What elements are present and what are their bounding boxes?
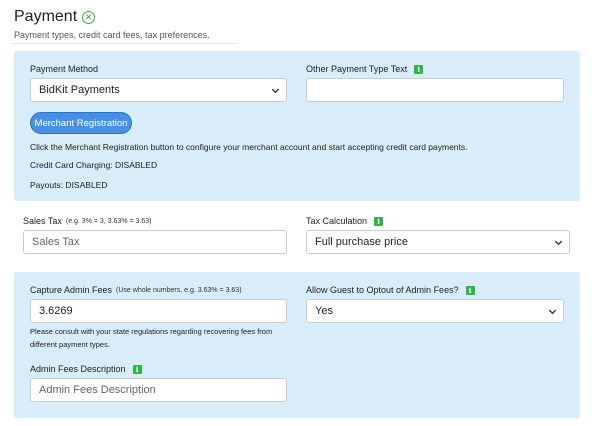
payment-method-select[interactable]: BidKit Payments xyxy=(30,78,287,102)
chevron-down-icon xyxy=(271,88,280,94)
sales-tax-hint: (e.g. 3% = 3, 3.63% = 3.63) xyxy=(65,217,152,225)
admin-fees-description-input[interactable]: Admin Fees Description xyxy=(30,378,287,402)
chevron-down-icon xyxy=(548,309,557,315)
guest-optout-label-text: Allow Guest to Optout of Admin Fees? xyxy=(306,285,459,295)
capture-admin-fees-hint: (Use whole numbers, e.g. 3.63% = 3.63) xyxy=(116,286,242,294)
payment-method-value: BidKit Payments xyxy=(39,84,120,96)
info-icon[interactable]: i xyxy=(374,216,384,226)
tax-calculation-select[interactable]: Full purchase price xyxy=(306,230,570,254)
capture-admin-fees-input[interactable]: 3.6269 xyxy=(30,299,287,323)
sales-tax-label: Sales Tax (e.g. 3% = 3, 3.63% = 3.63) xyxy=(23,216,151,226)
payment-method-label: Payment Method xyxy=(30,64,98,74)
page-subtitle: Payment types, credit card fees, tax pre… xyxy=(14,30,210,40)
sales-tax-label-text: Sales Tax xyxy=(23,216,62,226)
guest-optout-select[interactable]: Yes xyxy=(306,299,564,323)
tax-calculation-label: Tax Calculation i xyxy=(306,216,384,226)
guest-optout-value: Yes xyxy=(315,305,333,317)
payment-method-label-text: Payment Method xyxy=(30,64,99,74)
admin-fees-description-placeholder: Admin Fees Description xyxy=(39,384,156,396)
admin-fees-description-label: Admin Fees Description i xyxy=(30,364,142,374)
title-row: Payment ✕ xyxy=(14,8,210,26)
other-payment-label: Other Payment Type Text i xyxy=(306,64,424,74)
sales-tax-input[interactable]: Sales Tax xyxy=(23,230,287,254)
tax-calculation-label-text: Tax Calculation xyxy=(306,216,368,226)
chevron-down-icon xyxy=(554,240,563,246)
credit-card-status-text: Credit Card Charging: DISABLED xyxy=(30,160,158,170)
capture-admin-fees-value: 3.6269 xyxy=(39,305,73,317)
other-payment-type-input[interactable] xyxy=(306,78,564,102)
sales-tax-placeholder: Sales Tax xyxy=(32,236,80,248)
tax-calculation-value: Full purchase price xyxy=(315,236,408,248)
page-title: Payment xyxy=(14,8,78,25)
admin-fees-description-label-text: Admin Fees Description xyxy=(30,364,126,374)
info-icon[interactable]: i xyxy=(465,285,475,295)
other-payment-label-text: Other Payment Type Text xyxy=(306,64,408,74)
info-icon[interactable]: i xyxy=(414,64,424,74)
capture-admin-fees-label-text: Capture Admin Fees xyxy=(30,285,113,295)
merchant-instruction-text: Click the Merchant Registration button t… xyxy=(30,142,468,152)
payouts-status-text: Payouts: DISABLED xyxy=(30,180,108,190)
page-header: Payment ✕ Payment types, credit card fee… xyxy=(14,8,210,40)
close-circle-icon[interactable]: ✕ xyxy=(82,10,96,24)
info-icon[interactable]: i xyxy=(132,364,142,374)
capture-admin-fees-label: Capture Admin Fees (Use whole numbers, e… xyxy=(30,285,242,295)
header-divider xyxy=(12,43,238,44)
merchant-registration-button[interactable]: Merchant Registration xyxy=(30,112,132,134)
guest-optout-label: Allow Guest to Optout of Admin Fees? i xyxy=(306,285,475,295)
admin-fees-note: Please consult with your state regulatio… xyxy=(30,327,273,349)
